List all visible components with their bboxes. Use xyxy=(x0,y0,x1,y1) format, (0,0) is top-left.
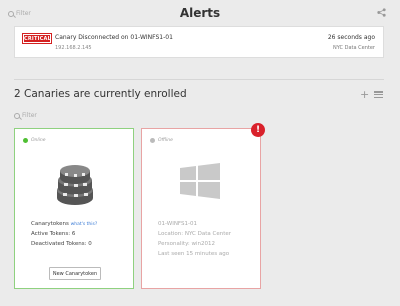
share-icon[interactable] xyxy=(377,8,386,17)
filter-placeholder: Filter xyxy=(22,112,37,119)
alert-message: Canary Disconnected on 01-WINFS1-01 xyxy=(55,34,173,41)
device-filter[interactable]: Filter xyxy=(14,112,37,119)
new-canarytoken-button[interactable]: New Canarytoken xyxy=(49,267,101,280)
alert-ip: 192.168.2.145 xyxy=(55,45,92,51)
status-label: Online xyxy=(31,138,46,143)
alert-badge-icon[interactable]: ! xyxy=(251,123,265,137)
status-label: Offline xyxy=(158,138,173,143)
add-icon[interactable]: + xyxy=(360,89,369,100)
critical-badge: CRITICAL xyxy=(22,33,52,44)
whats-this-link[interactable]: what's this? xyxy=(71,222,98,227)
menu-icon[interactable] xyxy=(374,91,383,98)
status-dot xyxy=(150,138,155,143)
device-personality: Personality: win2012 xyxy=(158,241,216,247)
device-name: 01-WINFS1-01 xyxy=(158,221,197,227)
canarytokens-stack-icon xyxy=(57,165,93,205)
deactivated-tokens: Deactivated Tokens: 0 xyxy=(31,241,92,247)
search-icon xyxy=(14,112,20,119)
divider xyxy=(14,79,384,80)
active-tokens: Active Tokens: 6 xyxy=(31,231,76,237)
device-last-seen: Last seen 15 minutes ago xyxy=(158,251,230,257)
device-card-offline[interactable]: ! Offline 01-WINFS1-01 Location: NYC Dat… xyxy=(141,123,265,289)
page-title: Alerts xyxy=(179,6,221,20)
device-card-online[interactable]: Online Canarytokens what's this? Active … xyxy=(14,128,134,289)
enrolled-heading: 2 Canaries are currently enrolled xyxy=(14,88,187,100)
alert-card[interactable]: CRITICAL Canary Disconnected on 01-WINFS… xyxy=(14,26,384,58)
status-dot xyxy=(23,138,28,143)
alert-location: NYC Data Center xyxy=(333,45,375,51)
alert-time: 26 seconds ago xyxy=(327,34,375,41)
windows-logo-icon xyxy=(180,163,220,199)
device-location: Location: NYC Data Center xyxy=(158,231,232,237)
canarytokens-label: Canarytokens what's this? xyxy=(31,221,98,227)
